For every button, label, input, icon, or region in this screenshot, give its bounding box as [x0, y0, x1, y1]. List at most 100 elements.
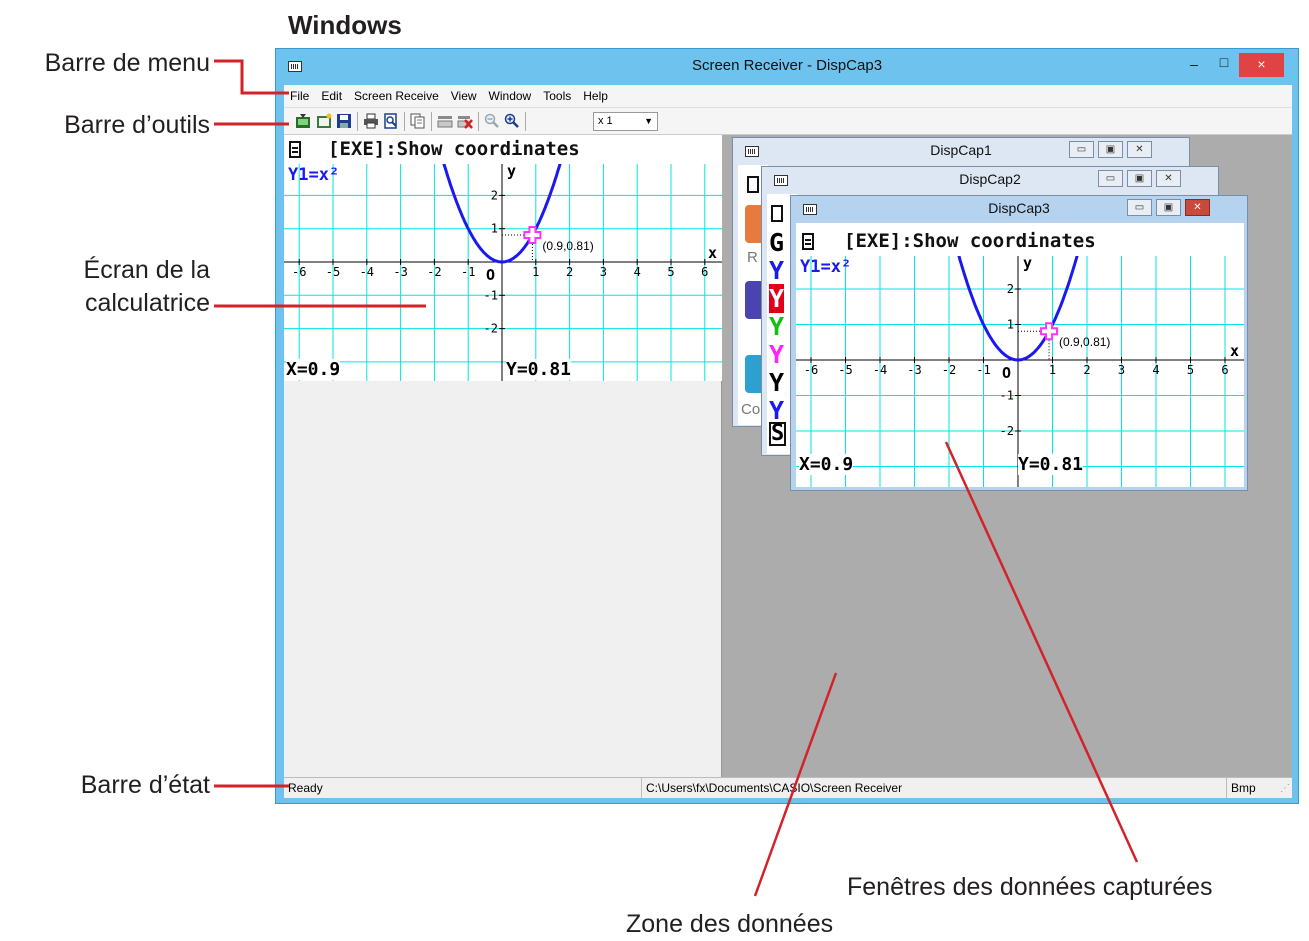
close-button[interactable]: × — [1239, 53, 1284, 77]
dispcap1-close-button[interactable]: ✕ — [1127, 141, 1152, 158]
x-tick-label: 6 — [701, 265, 708, 279]
main-capture-pane: [EXE]:Show coordinates -6 -5 -4 -3 -2 -1 1 2 3 4 5… — [284, 135, 722, 777]
x-readout: X=0.9 — [799, 454, 854, 475]
x-tick-label: -4 — [360, 265, 374, 279]
y-axis-label: y — [507, 164, 516, 180]
x-tick-label: -4 — [873, 363, 887, 377]
battery-icon — [802, 233, 814, 250]
x-tick-label: 2 — [1083, 363, 1090, 377]
receive-icon[interactable] — [295, 113, 311, 129]
menu-tools[interactable]: Tools — [537, 85, 577, 103]
x-tick-label: -5 — [838, 363, 852, 377]
menu-file[interactable]: File — [284, 85, 315, 103]
y-tick-label: 2 — [1007, 282, 1014, 296]
trace-cursor — [1040, 322, 1059, 341]
partial-letter: Y — [769, 312, 785, 341]
zoom-in-icon[interactable] — [504, 113, 520, 129]
dispcap1-maximize-button[interactable]: ▣ — [1098, 141, 1123, 158]
status-format: Bmp — [1231, 781, 1256, 795]
battery-icon — [289, 141, 301, 158]
save-icon[interactable] — [336, 113, 352, 129]
x-tick-label: 5 — [667, 265, 674, 279]
x-tick-label: 2 — [566, 265, 573, 279]
y-tick-label: -1 — [484, 288, 498, 302]
origin-label: O — [1002, 364, 1011, 382]
dispcap3-close-button[interactable]: ✕ — [1185, 199, 1210, 216]
zoom-select-value: x 1 — [598, 115, 613, 127]
graph-svg: -6 -5 -4 -3 -2 -1 1 2 3 4 5 6 2 1 -1 -2 x y O (0.9,0.81) — [796, 254, 1244, 487]
dispcap2-close-button[interactable]: ✕ — [1156, 170, 1181, 187]
toolbar-separator — [478, 112, 479, 131]
x-tick-label: -3 — [393, 265, 407, 279]
x-tick-label: -3 — [907, 363, 921, 377]
callout-status-bar: Barre d’état — [80, 771, 210, 799]
x-tick-label: -5 — [326, 265, 340, 279]
origin-label: O — [486, 266, 495, 284]
y-readout: Y=0.81 — [1018, 454, 1084, 475]
partial-label: R — [747, 249, 758, 266]
graph-svg: -6 -5 -4 -3 -2 -1 1 2 3 4 5 6 2 1 -1 -2 x y O (0.9,0.81) — [284, 162, 722, 381]
dispcap2-minimize-button[interactable]: ▭ — [1098, 170, 1123, 187]
y-tick-label: 1 — [1007, 318, 1014, 332]
x-tick-label: 1 — [1049, 363, 1056, 377]
callout-toolbar: Barre d’outils — [64, 111, 210, 139]
point-label: (0.9,0.81) — [542, 239, 593, 253]
callout-data-area: Zone des données — [626, 910, 834, 938]
menu-edit[interactable]: Edit — [315, 85, 348, 103]
resize-grip-icon[interactable]: ⋰ — [1280, 783, 1290, 794]
x-tick-label: -1 — [461, 265, 475, 279]
x-tick-label: -2 — [427, 265, 441, 279]
partial-letter: Y — [769, 284, 785, 313]
zoom-select[interactable]: x 1 ▼ — [593, 112, 658, 131]
x-tick-label: 4 — [1152, 363, 1159, 377]
dispcap1-minimize-button[interactable]: ▭ — [1069, 141, 1094, 158]
battery-icon — [771, 205, 783, 222]
y-tick-label: -1 — [1000, 389, 1014, 403]
calculator-header: [EXE]:Show coordinates — [844, 230, 1096, 252]
print-icon[interactable] — [363, 113, 379, 129]
clear-icon[interactable] — [437, 113, 453, 129]
maximize-button[interactable]: □ — [1211, 51, 1237, 75]
function-label: Y1=x² — [800, 257, 852, 277]
dispcap3-calculator-screen: [EXE]:Show coordinates -6 -5 -4 -3 -2 -1 1 2 3 4 5… — [796, 223, 1244, 487]
menu-window[interactable]: Window — [483, 85, 538, 103]
y-tick-label: -2 — [1000, 424, 1014, 438]
window-title: Screen Receiver - DispCap3 — [691, 57, 883, 74]
menu-help[interactable]: Help — [577, 85, 614, 103]
graph-cap3: -6 -5 -4 -3 -2 -1 1 2 3 4 5 6 2 1 -1 -2 x y O (0.9,0.81) — [796, 254, 1244, 487]
partial-letter: S — [769, 421, 787, 446]
partial-letter: Y — [769, 256, 785, 285]
copy-icon[interactable] — [410, 113, 426, 129]
callout-menu-bar: Barre de menu — [44, 49, 210, 77]
x-tick-label: -2 — [942, 363, 956, 377]
menu-view[interactable]: View — [445, 85, 483, 103]
x-tick-label: 1 — [532, 265, 539, 279]
screen-receiver-window: Screen Receiver - DispCap3 – □ × File Edi… — [275, 48, 1299, 804]
dispcap3-maximize-button[interactable]: ▣ — [1156, 199, 1181, 216]
x-tick-label: 6 — [1221, 363, 1228, 377]
zoom-out-icon[interactable] — [484, 113, 500, 129]
minimize-button[interactable]: – — [1181, 53, 1207, 77]
status-path: C:\Users\fx\Documents\CASIO\Screen Recei… — [642, 778, 1227, 798]
dispcap3-window[interactable]: DispCap3 ▭ ▣ ✕ [EXE]:Show coordinates -6… — [790, 195, 1248, 491]
delete-icon[interactable] — [457, 113, 473, 129]
x-axis-label: x — [708, 244, 717, 262]
title-bar[interactable]: Screen Receiver - DispCap3 – □ × — [276, 49, 1298, 85]
toolbar: x 1 ▼ — [284, 107, 1292, 135]
toolbar-separator — [431, 112, 432, 131]
y-tick-label: -2 — [484, 322, 498, 336]
x-tick-label: -6 — [804, 363, 818, 377]
y-readout: Y=0.81 — [506, 359, 572, 380]
print-preview-icon[interactable] — [383, 113, 399, 129]
partial-letter: Y — [769, 368, 785, 397]
function-label: Y1=x² — [288, 165, 340, 185]
calculator-header: [EXE]:Show coordinates — [328, 138, 580, 160]
point-label: (0.9,0.81) — [1059, 335, 1110, 349]
dispcap2-maximize-button[interactable]: ▣ — [1127, 170, 1152, 187]
menu-screen-receive[interactable]: Screen Receive — [348, 85, 445, 103]
y-tick-label: 1 — [491, 222, 498, 236]
dispcap3-minimize-button[interactable]: ▭ — [1127, 199, 1152, 216]
toolbar-separator — [404, 112, 405, 131]
new-icon[interactable] — [316, 113, 332, 129]
status-bar: Ready C:\Users\fx\Documents\CASIO\Screen… — [284, 777, 1292, 798]
